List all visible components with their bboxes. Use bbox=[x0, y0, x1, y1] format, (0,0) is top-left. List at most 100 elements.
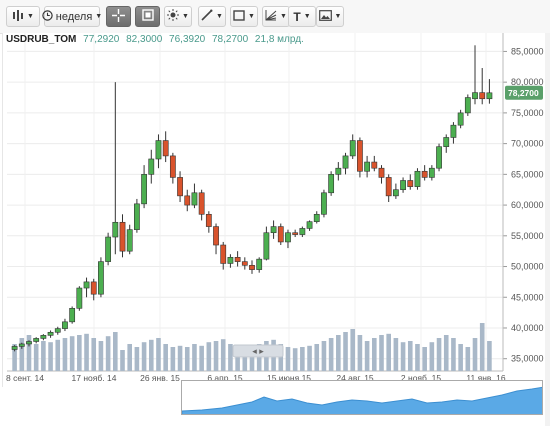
rectangle-icon bbox=[233, 9, 245, 24]
volume-bar bbox=[328, 338, 334, 371]
candle-up bbox=[148, 158, 155, 175]
volume-bar bbox=[386, 333, 391, 371]
volume-bar bbox=[98, 341, 104, 371]
chart-type-button[interactable]: ▼ bbox=[6, 6, 40, 27]
candle-up bbox=[349, 140, 356, 157]
candle-up bbox=[313, 213, 320, 222]
volume-bar bbox=[148, 339, 154, 371]
candle-up bbox=[400, 180, 406, 191]
candle-up bbox=[472, 92, 478, 100]
candle-up bbox=[26, 341, 32, 345]
volume-bar bbox=[192, 344, 197, 371]
candle-up bbox=[414, 170, 421, 187]
navigator-chart bbox=[182, 386, 542, 414]
volume-bar bbox=[429, 342, 435, 371]
volume-bar bbox=[113, 332, 118, 371]
candle-up bbox=[306, 221, 313, 229]
volume-bar bbox=[177, 345, 183, 371]
volume-bar bbox=[206, 342, 212, 371]
candle-up bbox=[486, 92, 493, 100]
price-axis-label: 45,0000 bbox=[511, 292, 544, 302]
zoom-controls-icons: ◂ ▸ bbox=[252, 346, 264, 356]
volume-bar bbox=[69, 336, 75, 371]
time-axis-label: 8 сент. 14 bbox=[6, 373, 44, 383]
volume-bar bbox=[336, 335, 341, 371]
chevron-down-icon: ▼ bbox=[182, 13, 189, 20]
volume-bar bbox=[443, 335, 449, 371]
volume-bar bbox=[213, 341, 219, 371]
volume-bar bbox=[285, 347, 291, 371]
fibonacci-tool-button[interactable]: ▼ bbox=[262, 6, 290, 27]
price-axis-label: 75,0000 bbox=[511, 108, 544, 118]
chart-area[interactable]: 85,0000 80,0000 75,0000 70,0000 65,0000 60,00… bbox=[2, 33, 546, 387]
navigator-area bbox=[182, 386, 542, 414]
volume-value: 21,8 млрд. bbox=[254, 34, 304, 45]
candle-down bbox=[213, 226, 219, 246]
volume-bar bbox=[422, 347, 427, 371]
volume-bar bbox=[321, 341, 327, 371]
price-axis-label: 65,0000 bbox=[511, 169, 544, 179]
candle-down bbox=[205, 213, 212, 227]
candle-down bbox=[90, 281, 97, 295]
candle-down bbox=[220, 244, 227, 264]
volume-bar bbox=[487, 341, 492, 371]
zoom-select-button[interactable] bbox=[135, 6, 160, 27]
candle-up bbox=[47, 331, 54, 336]
volume-bar bbox=[127, 344, 133, 371]
candle-down bbox=[292, 232, 299, 235]
volume-bar bbox=[400, 342, 406, 371]
candle-down bbox=[249, 264, 255, 270]
candle-up bbox=[141, 174, 147, 205]
candle-up bbox=[33, 338, 40, 342]
volume-bar bbox=[479, 323, 485, 371]
volume-bar bbox=[91, 338, 97, 371]
current-price-label: 78,2700 bbox=[508, 88, 539, 98]
volume-bar bbox=[141, 342, 147, 371]
price-axis-label: 55,0000 bbox=[511, 231, 544, 241]
chevron-down-icon: ▼ bbox=[280, 13, 287, 20]
crosshair-button[interactable] bbox=[106, 6, 131, 27]
candle-down bbox=[162, 140, 169, 157]
navigator-panel[interactable] bbox=[181, 380, 543, 415]
timeframe-label: неделя bbox=[55, 10, 93, 23]
volume-bar bbox=[62, 338, 68, 371]
candle-up bbox=[299, 228, 306, 235]
chevron-down-icon: ▼ bbox=[334, 13, 342, 20]
volume-bar bbox=[314, 344, 320, 371]
candle-up bbox=[18, 343, 25, 347]
price-axis-label: 60,0000 bbox=[511, 200, 544, 210]
volume-bar bbox=[472, 338, 478, 371]
candle-down bbox=[234, 257, 241, 262]
timeframe-select[interactable]: неделя ▼ bbox=[42, 6, 103, 27]
price-chart[interactable]: 85,0000 80,0000 75,0000 70,0000 65,0000 60,00… bbox=[3, 33, 546, 387]
candle-up bbox=[227, 257, 234, 264]
candle-up bbox=[256, 258, 263, 270]
candle-up bbox=[105, 236, 112, 262]
volume-bar bbox=[379, 335, 384, 371]
text-tool-button[interactable]: T ▼ bbox=[288, 6, 316, 27]
low-value: 76,3920 bbox=[169, 34, 206, 45]
volume-bar bbox=[364, 341, 370, 371]
chevron-down-icon: ▼ bbox=[95, 13, 103, 20]
line-tool-button[interactable]: ▼ bbox=[198, 6, 226, 27]
volume-bar bbox=[77, 335, 82, 371]
candle-up bbox=[112, 221, 119, 238]
volume-bar bbox=[465, 347, 471, 371]
image-export-button[interactable]: ▼ bbox=[316, 6, 344, 27]
high-value: 82,3000 bbox=[126, 34, 163, 45]
candle-up bbox=[342, 155, 349, 169]
candle-up bbox=[62, 321, 68, 329]
candle-up bbox=[321, 192, 327, 215]
indicators-button[interactable]: ▼ bbox=[164, 6, 192, 27]
candle-up bbox=[76, 287, 83, 309]
candle-up bbox=[335, 167, 342, 175]
candle-up bbox=[98, 261, 104, 295]
volume-bar bbox=[134, 347, 140, 371]
sun-icon bbox=[167, 9, 180, 24]
shape-tool-button[interactable]: ▼ bbox=[230, 6, 258, 27]
candle-up bbox=[270, 226, 277, 234]
volume-bar bbox=[156, 338, 161, 371]
volume-bar bbox=[458, 344, 463, 371]
volume-bar bbox=[84, 333, 89, 371]
chevron-down-icon: ▼ bbox=[27, 13, 34, 20]
